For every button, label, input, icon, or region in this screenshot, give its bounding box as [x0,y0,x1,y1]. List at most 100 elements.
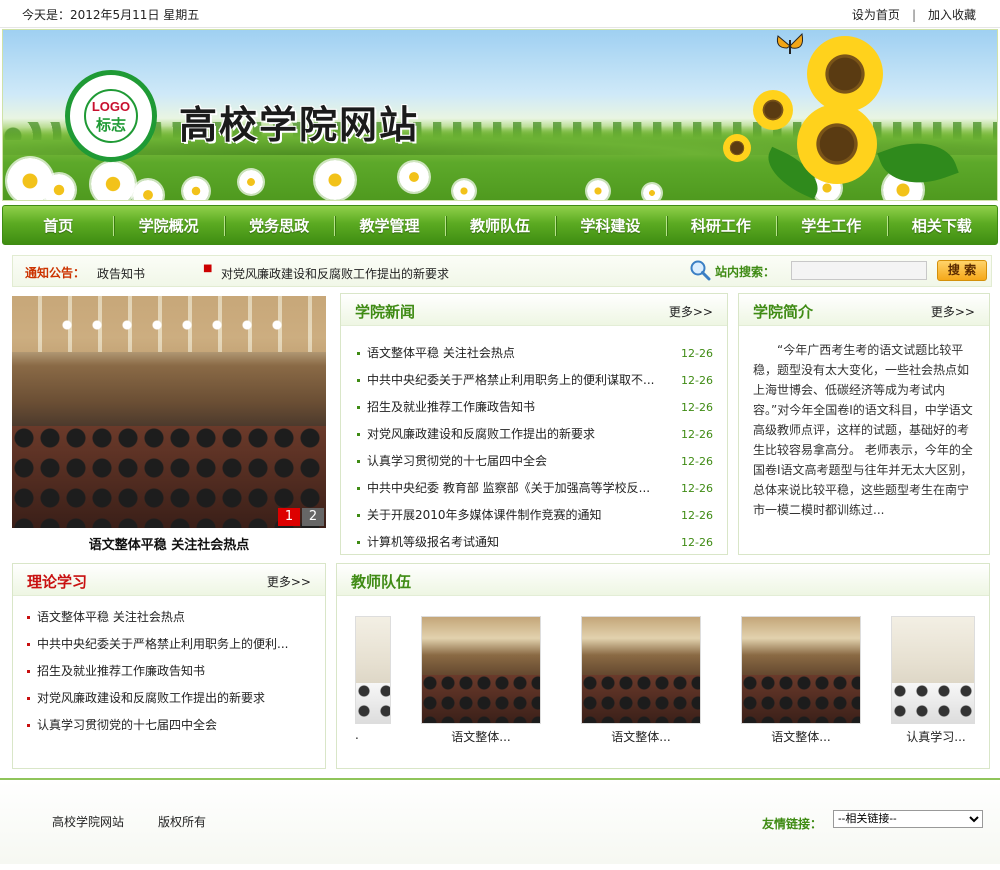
daisy-image [315,160,355,200]
news-link[interactable]: 对党风廉政建设和反腐败工作提出的新要求 [367,421,663,448]
notice-item[interactable]: 对党风廉政建设和反腐败工作提出的新要求 [221,265,449,282]
news-link[interactable]: 中共中央纪委 教育部 监察部《关于加强高等学校反... [367,475,663,502]
photo-crowd [356,683,390,723]
logo-subtext: 标志 [95,116,126,134]
site-title: 高校学院网站 [179,102,420,147]
list-item[interactable]: 计算机等级报名考试通知 12-26 [357,529,713,556]
main-nav: 首页 学院概况 党务思政 教学管理 教师队伍 学科建设 科研工作 学生工作 相关… [2,205,998,245]
add-favorite-link[interactable]: 加入收藏 [928,8,976,22]
teacher-caption[interactable]: 语文整体... [581,728,701,745]
list-item[interactable]: 中共中央纪委 教育部 监察部《关于加强高等学校反... 12-26 [357,475,713,502]
slide-caption[interactable]: 语文整体平稳 关注社会热点 [12,534,326,553]
list-item[interactable]: 语文整体平稳 关注社会热点 12-26 [357,340,713,367]
list-item[interactable]: 关于开展2010年多媒体课件制作竞赛的通知 12-26 [357,502,713,529]
list-item[interactable]: 对党风廉政建设和反腐败工作提出的新要求 [27,685,317,712]
news-link[interactable]: 计算机等级报名考试通知 [367,529,663,556]
list-item[interactable]: 招生及就业推荐工作廉政告知书 [27,658,317,685]
nav-item-party[interactable]: 党务思政 [223,206,334,244]
daisy-image [133,180,163,200]
news-date: 12-26 [681,509,713,522]
theory-panel: 理论学习 更多>> 语文整体平稳 关注社会热点 中共中央纪委关于严格禁止利用职务… [12,563,326,769]
theory-link[interactable]: 认真学习贯彻党的十七届四中全会 [37,712,315,739]
teacher-photo[interactable] [891,616,975,724]
teachers-title: 教师队伍 [351,573,412,591]
daisy-image [239,170,263,194]
slide-page-2[interactable]: 2 [302,508,324,526]
logo-inner: LOGO 标志 [84,89,138,143]
bullet-icon [27,643,30,646]
sunflower-image [753,90,793,130]
list-item[interactable]: 中共中央纪委关于严格禁止利用职务上的便利... [27,631,317,658]
news-link[interactable]: 关于开展2010年多媒体课件制作竞赛的通知 [367,502,663,529]
site-banner: LOGO 标志 高校学院网站 [2,29,998,201]
top-links-separator: | [911,8,916,22]
nav-item-students[interactable]: 学生工作 [776,206,886,244]
news-link[interactable]: 中共中央纪委关于严格禁止利用职务上的便利谋取不... [367,367,663,394]
theory-link[interactable]: 对党风廉政建设和反腐败工作提出的新要求 [37,685,315,712]
teacher-photo[interactable] [581,616,701,724]
search-label: 站内搜索： [715,265,776,279]
nav-item-overview[interactable]: 学院概况 [113,206,223,244]
butterfly-icon [776,32,803,54]
nav-item-teaching[interactable]: 教学管理 [334,206,444,244]
teacher-caption[interactable]: 语文整体... [421,728,541,745]
intro-more-link[interactable]: 更多>> [931,303,975,320]
nav-item-downloads[interactable]: 相关下载 [886,206,997,244]
theory-link[interactable]: 招生及就业推荐工作廉政告知书 [37,658,315,685]
nav-item-disciplines[interactable]: 学科建设 [555,206,665,244]
teacher-photo[interactable] [741,616,861,724]
list-item[interactable]: 语文整体平稳 关注社会热点 [27,604,317,631]
friend-links-select[interactable]: --相关链接-- [833,810,983,828]
news-date: 12-26 [681,482,713,495]
teacher-photo[interactable] [355,616,391,724]
set-homepage-link[interactable]: 设为首页 [852,8,900,22]
theory-link[interactable]: 中共中央纪委关于严格禁止利用职务上的便利... [37,631,315,658]
site-footer: 高校学院网站 版权所有 友情链接： --相关链接-- [0,778,1000,864]
list-item[interactable]: 认真学习贯彻党的十七届四中全会 [27,712,317,739]
daisy-image [399,162,429,192]
top-links: 设为首页 | 加入收藏 [852,6,976,23]
bullet-icon [357,352,360,355]
sunflower-image [723,134,751,162]
news-date: 12-26 [681,536,713,549]
notice-item[interactable]: 政告知书 [97,265,145,282]
news-list: 语文整体平稳 关注社会热点 12-26 中共中央纪委关于严格禁止利用职务上的便利谋… [341,326,727,556]
intro-text: “今年广西考生考的语文试题比较平稳，题型没有太大变化，一些社会热点如上海世博会、… [753,343,973,517]
daisy-image [43,174,75,200]
footer-copyright: 版权所有 [158,815,207,829]
teacher-caption[interactable]: . [355,728,391,742]
list-item[interactable]: 对党风廉政建设和反腐败工作提出的新要求 12-26 [357,421,713,448]
teacher-photo[interactable] [421,616,541,724]
daisy-image [91,162,135,200]
list-item[interactable]: 招生及就业推荐工作廉政告知书 12-26 [357,394,713,421]
news-title: 学院新闻 [355,303,416,321]
bullet-icon [357,541,360,544]
bullet-icon [357,487,360,490]
list-item[interactable]: 中共中央纪委关于严格禁止利用职务上的便利谋取不... 12-26 [357,367,713,394]
news-panel-header: 学院新闻 更多>> [341,294,727,326]
news-link[interactable]: 认真学习贯彻党的十七届四中全会 [367,448,663,475]
slide-page-1[interactable]: 1 [278,508,300,526]
sunflower-image [797,104,877,184]
notice-label: 通知公告： [25,266,86,280]
nav-item-faculty[interactable]: 教师队伍 [444,206,555,244]
photo-crowd [742,675,860,723]
search-button[interactable]: 搜 索 [937,260,987,281]
news-more-link[interactable]: 更多>> [669,303,713,320]
theory-more-link[interactable]: 更多>> [267,573,311,590]
teacher-caption[interactable]: 认真学习... [891,728,981,745]
bullet-icon [357,433,360,436]
theory-list: 语文整体平稳 关注社会热点 中共中央纪委关于严格禁止利用职务上的便利... 招生… [13,596,325,739]
news-link[interactable]: 语文整体平稳 关注社会热点 [367,340,663,367]
nav-item-research[interactable]: 科研工作 [665,206,776,244]
theory-link[interactable]: 语文整体平稳 关注社会热点 [37,604,315,631]
slideshow-pager: 1 2 [276,508,324,526]
list-item[interactable]: 认真学习贯彻党的十七届四中全会 12-26 [357,448,713,475]
news-link[interactable]: 招生及就业推荐工作廉政告知书 [367,394,663,421]
search-input[interactable] [791,261,927,280]
photo-crowd [422,675,540,723]
site-logo[interactable]: LOGO 标志 [65,70,157,162]
teacher-caption[interactable]: 语文整体... [741,728,861,745]
nav-item-home[interactable]: 首页 [3,206,113,244]
slideshow[interactable]: 1 2 [12,296,326,528]
